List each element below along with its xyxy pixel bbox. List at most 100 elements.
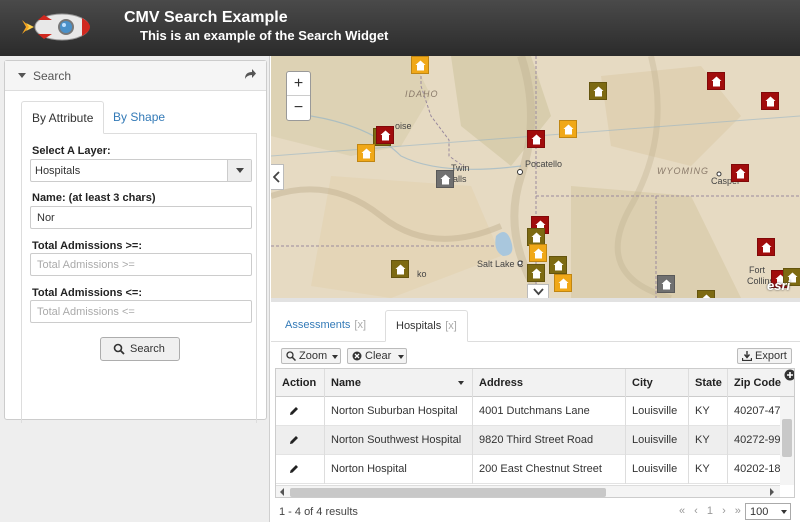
- pencil-icon[interactable]: [289, 406, 299, 416]
- zoom-in-button[interactable]: +: [287, 72, 310, 96]
- grid-header-row: Action Name Address City State Zip Code: [276, 369, 795, 397]
- grid-horizontal-scrollbar[interactable]: [276, 485, 780, 497]
- layer-select-button[interactable]: [227, 160, 251, 181]
- admissions-lte-input[interactable]: [30, 300, 252, 323]
- map-view[interactable]: IDAHO WYOMING oise Twin alls Pocatello C…: [271, 56, 800, 298]
- app-header: CMV Search Example This is an example of…: [0, 0, 800, 56]
- map-label-wyoming: WYOMING: [657, 166, 709, 176]
- map-marker[interactable]: [549, 256, 567, 274]
- map-marker[interactable]: [657, 275, 675, 293]
- column-header-city[interactable]: City: [626, 369, 689, 397]
- add-column-icon[interactable]: [784, 369, 795, 381]
- scroll-left-arrow-icon[interactable]: [280, 488, 284, 496]
- map-marker[interactable]: [436, 170, 454, 188]
- house-icon: [711, 76, 722, 87]
- collapse-caret-icon[interactable]: [18, 73, 26, 78]
- share-arrow-icon[interactable]: [243, 67, 257, 81]
- map-marker[interactable]: [376, 126, 394, 144]
- tab-by-shape[interactable]: By Shape: [103, 101, 175, 134]
- results-tabs: Assessments [x] Hospitals [x]: [271, 310, 800, 342]
- map-marker[interactable]: [731, 164, 749, 182]
- map-marker[interactable]: [707, 72, 725, 90]
- clear-dropdown-button[interactable]: Clear: [347, 348, 407, 364]
- map-marker[interactable]: [529, 244, 547, 262]
- tab-assessments-close[interactable]: [x]: [354, 319, 366, 331]
- name-label: Name: (at least 3 chars): [32, 192, 156, 204]
- house-icon: [440, 174, 451, 185]
- column-header-state[interactable]: State: [689, 369, 728, 397]
- zoom-dropdown-button[interactable]: Zoom: [281, 348, 341, 364]
- pagination-controls[interactable]: « ‹ 1 › »: [679, 505, 744, 517]
- column-header-name-label: Name: [331, 377, 361, 389]
- map-marker[interactable]: [391, 260, 409, 278]
- house-icon: [765, 96, 776, 107]
- house-icon: [558, 278, 569, 289]
- map-marker[interactable]: [761, 92, 779, 110]
- tab-hospitals[interactable]: Hospitals [x]: [385, 310, 468, 342]
- table-row[interactable]: Norton Hospital 200 East Chestnut Street…: [276, 455, 794, 484]
- house-icon: [533, 248, 544, 259]
- chevron-down-icon: [533, 288, 544, 296]
- table-row[interactable]: Norton Southwest Hospital 9820 Third Str…: [276, 426, 794, 455]
- row-city-cell: Louisville: [626, 455, 689, 484]
- column-header-action[interactable]: Action: [276, 369, 325, 397]
- zoom-out-button[interactable]: −: [287, 96, 310, 120]
- row-name-cell: Norton Suburban Hospital: [325, 397, 473, 426]
- house-icon: [380, 130, 391, 141]
- attribute-search-form: Select A Layer: Hospitals Name: (at leas…: [21, 133, 257, 423]
- page-size-value: 100: [750, 506, 769, 518]
- tab-assessments[interactable]: Assessments [x]: [275, 310, 376, 342]
- map-label-idaho: IDAHO: [405, 89, 439, 99]
- collapse-sidebar-button[interactable]: [271, 164, 284, 190]
- house-icon: [415, 60, 426, 71]
- column-header-address[interactable]: Address: [473, 369, 626, 397]
- table-row[interactable]: Norton Suburban Hospital 4001 Dutchmans …: [276, 397, 794, 426]
- layer-select[interactable]: Hospitals: [30, 159, 252, 182]
- map-marker[interactable]: [411, 56, 429, 74]
- chevron-down-icon: [398, 355, 404, 359]
- sort-descending-icon: [458, 381, 464, 385]
- pencil-icon[interactable]: [289, 464, 299, 474]
- map-marker[interactable]: [527, 264, 545, 282]
- row-action-cell: [276, 397, 325, 426]
- tab-assessments-label: Assessments: [285, 319, 351, 331]
- map-marker[interactable]: [527, 130, 545, 148]
- app-title: CMV Search Example: [124, 9, 288, 26]
- map-marker[interactable]: [697, 290, 715, 298]
- map-marker[interactable]: [357, 144, 375, 162]
- admissions-lte-label: Total Admissions <=:: [32, 287, 143, 299]
- map-label-fort-1: Fort: [749, 265, 766, 275]
- search-button[interactable]: Search: [100, 337, 180, 361]
- row-zip-cell: 40202-18: [734, 463, 780, 475]
- tab-hospitals-close[interactable]: [x]: [445, 320, 457, 332]
- scroll-right-arrow-icon[interactable]: [770, 488, 774, 496]
- grid-vertical-scrollbar[interactable]: [780, 397, 794, 485]
- page-size-select[interactable]: 100: [745, 503, 791, 520]
- house-icon: [531, 268, 542, 279]
- results-grid: Action Name Address City State Zip Code …: [275, 368, 795, 498]
- tab-by-attribute[interactable]: By Attribute: [21, 101, 105, 134]
- search-panel-header[interactable]: Search: [5, 61, 266, 91]
- vertical-scroll-thumb[interactable]: [782, 419, 792, 457]
- row-state-cell: KY: [689, 455, 728, 484]
- horizontal-scroll-thumb[interactable]: [290, 488, 606, 497]
- search-icon: [286, 351, 296, 361]
- map-label-boise: oise: [395, 121, 412, 131]
- esri-attribution-logo: esri: [767, 278, 791, 293]
- pencil-icon[interactable]: [289, 435, 299, 445]
- expand-bottom-panel-button[interactable]: [527, 284, 549, 298]
- admissions-gte-input[interactable]: [30, 253, 252, 276]
- map-label-twin-falls-2: alls: [453, 174, 467, 184]
- row-address-cell: 4001 Dutchmans Lane: [473, 397, 626, 426]
- app-root: CMV Search Example This is an example of…: [0, 0, 800, 522]
- house-icon: [593, 86, 604, 97]
- name-input[interactable]: [30, 206, 252, 229]
- export-button[interactable]: Export: [737, 348, 792, 364]
- map-marker[interactable]: [589, 82, 607, 100]
- map-marker[interactable]: [554, 274, 572, 292]
- map-marker[interactable]: [559, 120, 577, 138]
- house-icon: [661, 279, 672, 290]
- map-marker[interactable]: [757, 238, 775, 256]
- column-header-name[interactable]: Name: [325, 369, 473, 397]
- admissions-gte-label: Total Admissions >=:: [32, 240, 143, 252]
